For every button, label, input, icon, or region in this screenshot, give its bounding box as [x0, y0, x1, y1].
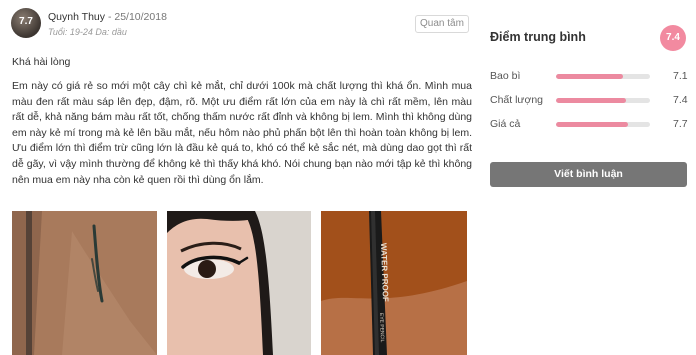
rating-label: Giá cả	[490, 118, 521, 130]
pencil-sublabel: EYE PENCIL	[378, 313, 385, 343]
review-title: Khá hài lòng	[12, 56, 71, 68]
rating-value: 7.7	[673, 118, 688, 130]
rating-row-quality: Chất lượng 7.4	[490, 94, 690, 108]
avatar[interactable]: 7.7	[11, 8, 41, 38]
rating-bar-fill	[556, 122, 629, 127]
reviewer-name[interactable]: Quynh Thuy	[48, 11, 105, 23]
rating-bar	[556, 74, 650, 79]
reviewer-line: Quynh Thuy - 25/10/2018	[48, 11, 167, 23]
review-photo-swatch[interactable]	[12, 211, 157, 355]
review-photo-eye[interactable]	[167, 211, 311, 355]
average-score-badge: 7.4	[660, 25, 686, 51]
rating-row-packaging: Bao bì 7.1	[490, 70, 690, 84]
avatar-score: 7.7	[19, 16, 33, 27]
rating-bar	[556, 98, 650, 103]
rating-value: 7.4	[673, 94, 688, 106]
pencil-illustration: WATER PROOF EYE PENCIL	[321, 211, 467, 355]
follow-button[interactable]: Quan tâm	[415, 15, 469, 33]
review-photo-pencil[interactable]: WATER PROOF EYE PENCIL	[321, 211, 467, 355]
write-review-button[interactable]: Viết bình luận	[490, 162, 687, 187]
swatch-illustration	[12, 211, 157, 355]
rating-label: Bao bì	[490, 70, 521, 82]
eye-illustration	[167, 211, 311, 355]
summary-title: Điểm trung bình	[490, 30, 586, 44]
rating-bar	[556, 122, 650, 127]
rating-bar-fill	[556, 98, 626, 103]
review-body: Em này có giá rẻ so mới một cây chì kẻ m…	[12, 80, 472, 186]
review-date: - 25/10/2018	[107, 11, 167, 23]
review-card: 7.7 Quynh Thuy - 25/10/2018 Tuổi: 19-24 …	[0, 0, 478, 355]
rating-row-price: Giá cả 7.7	[490, 118, 690, 132]
rating-bar-fill	[556, 74, 623, 79]
rating-label: Chất lượng	[490, 94, 544, 106]
rating-summary: Điểm trung bình 7.4 Bao bì 7.1 Chất lượn…	[478, 0, 696, 355]
rating-value: 7.1	[673, 70, 688, 82]
reviewer-meta: Tuổi: 19-24 Da: dầu	[48, 27, 127, 37]
